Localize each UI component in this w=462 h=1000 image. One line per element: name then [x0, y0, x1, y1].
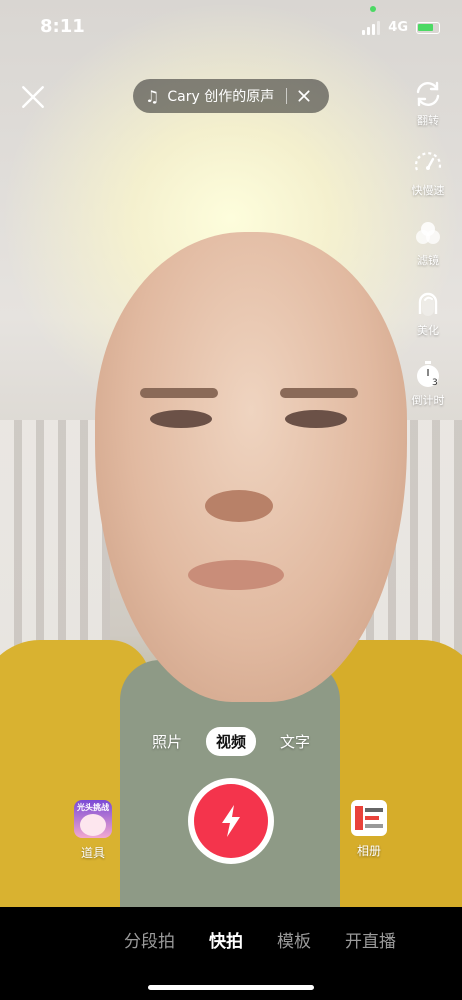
right-brow [280, 388, 358, 398]
face [95, 232, 407, 702]
props-thumb-text: 光头挑战 [77, 803, 109, 812]
mode-photo[interactable]: 照片 [142, 727, 192, 756]
tabs: 分段拍 快拍 模板 开直播 [0, 927, 462, 952]
tab-quick-shoot[interactable]: 快拍 [209, 927, 243, 952]
close-icon [22, 86, 44, 108]
curtain-left [0, 420, 110, 670]
timer-label: 倒计时 [411, 394, 445, 407]
props-label: 道具 [80, 846, 105, 860]
speed-label: 快慢速 [411, 184, 445, 197]
timer-icon: 3 [417, 361, 439, 388]
speed-button[interactable]: 快慢速 [412, 148, 445, 218]
album-label: 相册 [356, 844, 381, 858]
camera-preview [0, 0, 462, 907]
capture-mode-selector: 照片 视频 文字 [0, 727, 462, 756]
privacy-indicator-dot [370, 6, 376, 12]
flip-camera-button[interactable]: 翻转 [412, 78, 444, 148]
close-button[interactable] [18, 82, 48, 112]
mouth [188, 560, 284, 590]
home-indicator[interactable] [148, 985, 314, 990]
speed-icon [414, 152, 442, 171]
status-time: 8:11 [40, 16, 85, 37]
left-eye [150, 410, 212, 428]
status-bar: 8:11 4G [0, 0, 462, 56]
filter-label: 滤镜 [417, 254, 439, 267]
signal-icon [362, 20, 381, 35]
flip-label: 翻转 [417, 114, 439, 127]
props-button[interactable]: 光头挑战 道具 [68, 800, 118, 861]
remove-music-button[interactable] [295, 87, 313, 105]
beauty-button[interactable]: 美化 [412, 288, 444, 358]
album-thumbnail [351, 800, 387, 836]
tab-templates[interactable]: 模板 [277, 927, 311, 952]
timer-button[interactable]: 3 倒计时 [412, 358, 445, 428]
music-selector[interactable]: ♫ Cary 创作的原声 [133, 79, 329, 113]
nose [205, 490, 273, 522]
album-button[interactable]: 相册 [344, 800, 394, 859]
battery-icon [416, 21, 440, 34]
filter-button[interactable]: 滤镜 [412, 218, 444, 288]
left-brow [140, 388, 218, 398]
shutter-inner [194, 784, 268, 858]
close-icon [298, 90, 310, 102]
tool-rail: 翻转 快慢速 滤镜 美化 3 倒计时 [404, 78, 452, 428]
tab-go-live[interactable]: 开直播 [345, 927, 396, 952]
network-type: 4G [388, 20, 408, 35]
music-title: Cary 创作的原声 [167, 89, 275, 105]
lightning-icon [222, 805, 240, 837]
mode-video[interactable]: 视频 [205, 727, 256, 756]
music-note-icon: ♫ [145, 86, 160, 106]
cartoon-face-icon [80, 814, 106, 836]
tab-segmented-shoot[interactable]: 分段拍 [124, 927, 175, 952]
shutter-button[interactable] [188, 778, 274, 864]
status-icons: 4G [362, 20, 440, 35]
right-eye [285, 410, 347, 428]
beauty-label: 美化 [417, 324, 439, 337]
mode-text[interactable]: 文字 [270, 727, 320, 756]
flip-icon [416, 81, 440, 107]
filter-icon [416, 222, 440, 244]
props-thumbnail: 光头挑战 [74, 800, 112, 838]
divider [286, 88, 288, 104]
beauty-icon [418, 292, 438, 316]
svg-text:3: 3 [432, 378, 438, 388]
